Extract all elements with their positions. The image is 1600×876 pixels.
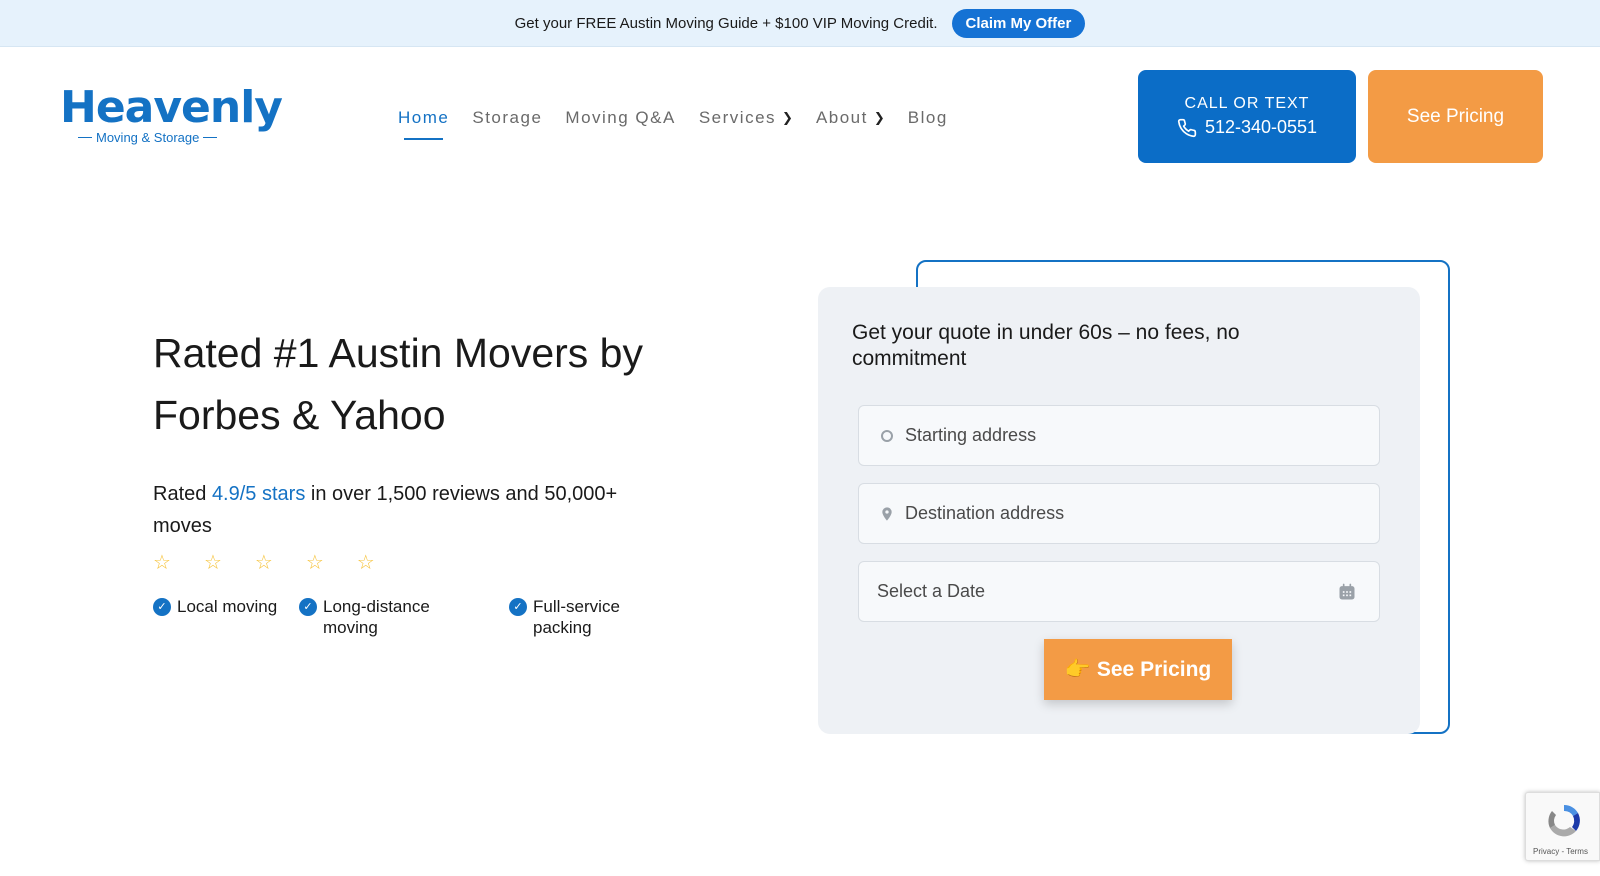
feature-label: Local moving <box>177 597 278 616</box>
star-icon: ☆ <box>305 552 324 574</box>
nav-label-services: Services <box>698 108 777 127</box>
starting-address-placeholder: Starting address <box>905 425 1037 445</box>
nav-item-services[interactable]: Services ❯ <box>699 104 793 132</box>
header-see-pricing-button[interactable]: See Pricing <box>1368 70 1543 163</box>
phone-number: 512-340-0551 <box>1204 117 1318 137</box>
pointing-hand-icon: 👉 <box>1064 657 1091 681</box>
feature-label: Long-distance moving <box>323 597 430 637</box>
nav-item-storage[interactable]: Storage <box>472 104 542 132</box>
nav-label-storage: Storage <box>472 108 543 127</box>
phone-row: 512-340-0551 <box>1177 117 1317 138</box>
date-picker-input[interactable]: Select a Date <box>858 561 1380 622</box>
claim-offer-button[interactable]: Claim My Offer <box>951 8 1086 38</box>
logo-tagline: Moving & Storage <box>96 130 200 145</box>
check-circle-icon: ✓ <box>153 598 171 616</box>
feature-item: ✓ Local moving <box>153 596 299 638</box>
logo-dash-right <box>203 137 218 138</box>
chevron-down-icon: ❯ <box>782 110 793 125</box>
rating-line: Rated 4.9/5 stars in over 1,500 reviews … <box>153 478 673 542</box>
chevron-down-icon: ❯ <box>873 110 885 125</box>
nav-item-blog[interactable]: Blog <box>908 104 948 132</box>
recaptcha-icon <box>1548 804 1580 837</box>
rating-highlight: 4.9/5 stars <box>211 483 306 505</box>
nav-item-about[interactable]: About ❯ <box>816 104 885 132</box>
feature-label: Full-service packing <box>533 597 620 637</box>
feature-list: ✓ Local moving ✓ Long-distance moving ✓ … <box>153 596 659 638</box>
star-icon: ☆ <box>254 552 273 574</box>
announcement-bar: Get your FREE Austin Moving Guide + $100… <box>0 0 1600 47</box>
logo-name: Heavenly <box>60 82 283 133</box>
check-circle-icon: ✓ <box>299 598 317 616</box>
recaptcha-badge[interactable]: Privacy - Terms <box>1525 792 1600 861</box>
logo[interactable]: Heavenly Moving & Storage <box>60 82 283 146</box>
star-icon: ☆ <box>356 552 375 574</box>
phone-icon <box>1177 118 1197 137</box>
feature-item: ✓ Long-distance moving <box>299 596 509 638</box>
rating-prefix: Rated <box>153 483 212 505</box>
call-label: CALL OR TEXT <box>1184 95 1310 112</box>
quote-card-title: Get your quote in under 60s – no fees, n… <box>852 321 1240 370</box>
star-rating: ☆ ☆ ☆ ☆ ☆ <box>153 553 375 573</box>
nav-label-moving-qa: Moving Q&A <box>565 108 676 127</box>
nav-label-blog: Blog <box>907 108 948 127</box>
nav-item-moving-qa[interactable]: Moving Q&A <box>565 104 675 132</box>
announcement-text: Get your FREE Austin Moving Guide + $100… <box>514 14 938 32</box>
logo-dash-left <box>78 137 92 138</box>
hero-title: Rated #1 Austin Movers by Forbes & Yahoo <box>153 330 643 438</box>
starting-address-input[interactable]: Starting address <box>858 405 1380 466</box>
recaptcha-links[interactable]: Privacy - Terms <box>1533 847 1588 856</box>
star-icon: ☆ <box>203 552 222 574</box>
nav-label-home: Home <box>398 108 450 127</box>
quote-submit-label: See Pricing <box>1096 657 1212 681</box>
star-icon: ☆ <box>153 552 171 574</box>
destination-address-input[interactable]: Destination address <box>858 483 1380 544</box>
destination-address-placeholder: Destination address <box>905 503 1065 523</box>
calendar-icon <box>1337 582 1357 607</box>
feature-item: ✓ Full-service packing <box>509 596 659 638</box>
circle-icon <box>875 429 899 442</box>
call-or-text-button[interactable]: CALL OR TEXT 512-340-0551 <box>1138 70 1356 163</box>
quote-see-pricing-button[interactable]: 👉 See Pricing <box>1044 639 1232 700</box>
date-placeholder: Select a Date <box>877 581 986 601</box>
main-nav: Home Storage Moving Q&A Services ❯ About… <box>398 104 971 140</box>
map-pin-icon <box>875 505 899 523</box>
nav-label-about: About <box>815 108 868 127</box>
nav-item-home[interactable]: Home <box>398 104 450 140</box>
check-circle-icon: ✓ <box>509 598 527 616</box>
